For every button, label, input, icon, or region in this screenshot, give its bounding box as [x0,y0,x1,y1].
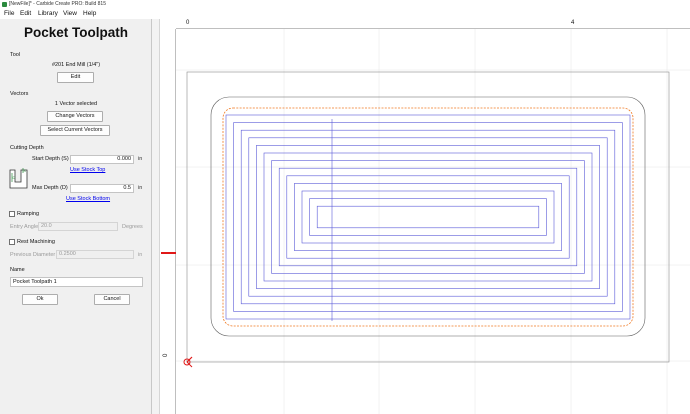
start-depth-label: Start Depth (S) [32,156,69,162]
ruler-top-label-4: 4 [571,20,575,26]
change-vectors-button[interactable]: Change Vectors [47,111,103,122]
select-current-vectors-button[interactable]: Select Current Vectors [40,125,110,136]
stock-boundary [186,71,670,363]
cutting-depth-section-label: Cutting Depth [10,145,44,151]
start-depth-input[interactable]: 0.000 [70,155,134,164]
toolpath-ring [278,167,578,267]
pocket-outline-vector [210,96,646,337]
pocket-toolpath-spiral [225,114,631,320]
rest-machining-checkbox[interactable] [9,239,15,245]
menu-file[interactable]: File [4,9,14,19]
rest-machining-label: Rest Machining [17,239,55,245]
cancel-button[interactable]: Cancel [94,294,130,305]
entry-angle-unit: Degrees [122,224,143,230]
previous-diameter-unit: in [138,252,143,258]
pocket-offset-path [222,107,634,327]
window-title: [NewFile]* - Carbide Create PRO: Build 8… [9,1,106,7]
previous-diameter-label: Previous Diameter [10,252,56,258]
entry-angle-label: Entry Angle [10,224,39,230]
toolpath-ring [233,122,623,312]
menu-library[interactable]: Library [38,9,58,19]
ruler-top-label-0: 0 [186,20,190,26]
toolpath-ring [316,205,540,229]
canvas-drawing [176,29,690,414]
depth-diagram-icon: S D [9,168,28,189]
ramping-checkbox[interactable] [9,211,15,217]
pocket-toolpath-panel: Pocket Toolpath Tool #201 End Mill (1/4"… [0,19,152,414]
title-bar: [NewFile]* - Carbide Create PRO: Build 8… [0,0,690,9]
toolpath-ring [263,152,593,282]
menu-bar: File Edit Library View Help [0,9,690,19]
ok-button[interactable]: Ok [22,294,58,305]
name-section-label: Name [10,267,25,273]
toolpath-ring [309,198,547,236]
vectors-status: 1 Vector selected [54,101,98,107]
use-stock-top-link[interactable]: Use Stock Top [70,167,105,173]
tool-section-label: Tool [10,52,21,58]
start-depth-unit: in [138,156,143,162]
toolpath-ring [294,183,562,251]
app-icon [2,2,7,7]
ramping-label: Ramping [17,211,40,217]
menu-edit[interactable]: Edit [20,9,31,19]
toolpath-name-input[interactable]: Pocket Toolpath 1 [10,277,143,287]
panel-title: Pocket Toolpath [23,25,128,40]
previous-diameter-input[interactable]: 0.2500 [56,250,134,259]
ruler-left-position-marker [161,252,176,254]
menu-help[interactable]: Help [83,9,96,19]
panel-scrollbar[interactable] [152,19,160,414]
edit-tool-button[interactable]: Edit [57,72,94,83]
vectors-section-label: Vectors [10,91,29,97]
ruler-left-label-0: 0 [163,353,169,357]
toolpath-ring [248,137,608,297]
use-stock-bottom-link[interactable]: Use Stock Bottom [66,196,110,202]
ruler-left: 0 [161,29,176,414]
canvas-gridlines [176,29,690,414]
toolpath-ring [286,175,570,259]
max-depth-input[interactable]: 0.5 [70,184,134,193]
toolpath-ring [271,160,585,274]
tool-name: #201 End Mill (1/4") [51,62,101,68]
toolpath-ring [240,129,616,305]
entry-angle-input[interactable]: 20.0 [38,222,118,231]
max-depth-unit: in [138,185,143,191]
ruler-top: 0 4 [176,19,690,29]
menu-view[interactable]: View [63,9,77,19]
max-depth-label: Max Depth (D) [32,185,68,191]
